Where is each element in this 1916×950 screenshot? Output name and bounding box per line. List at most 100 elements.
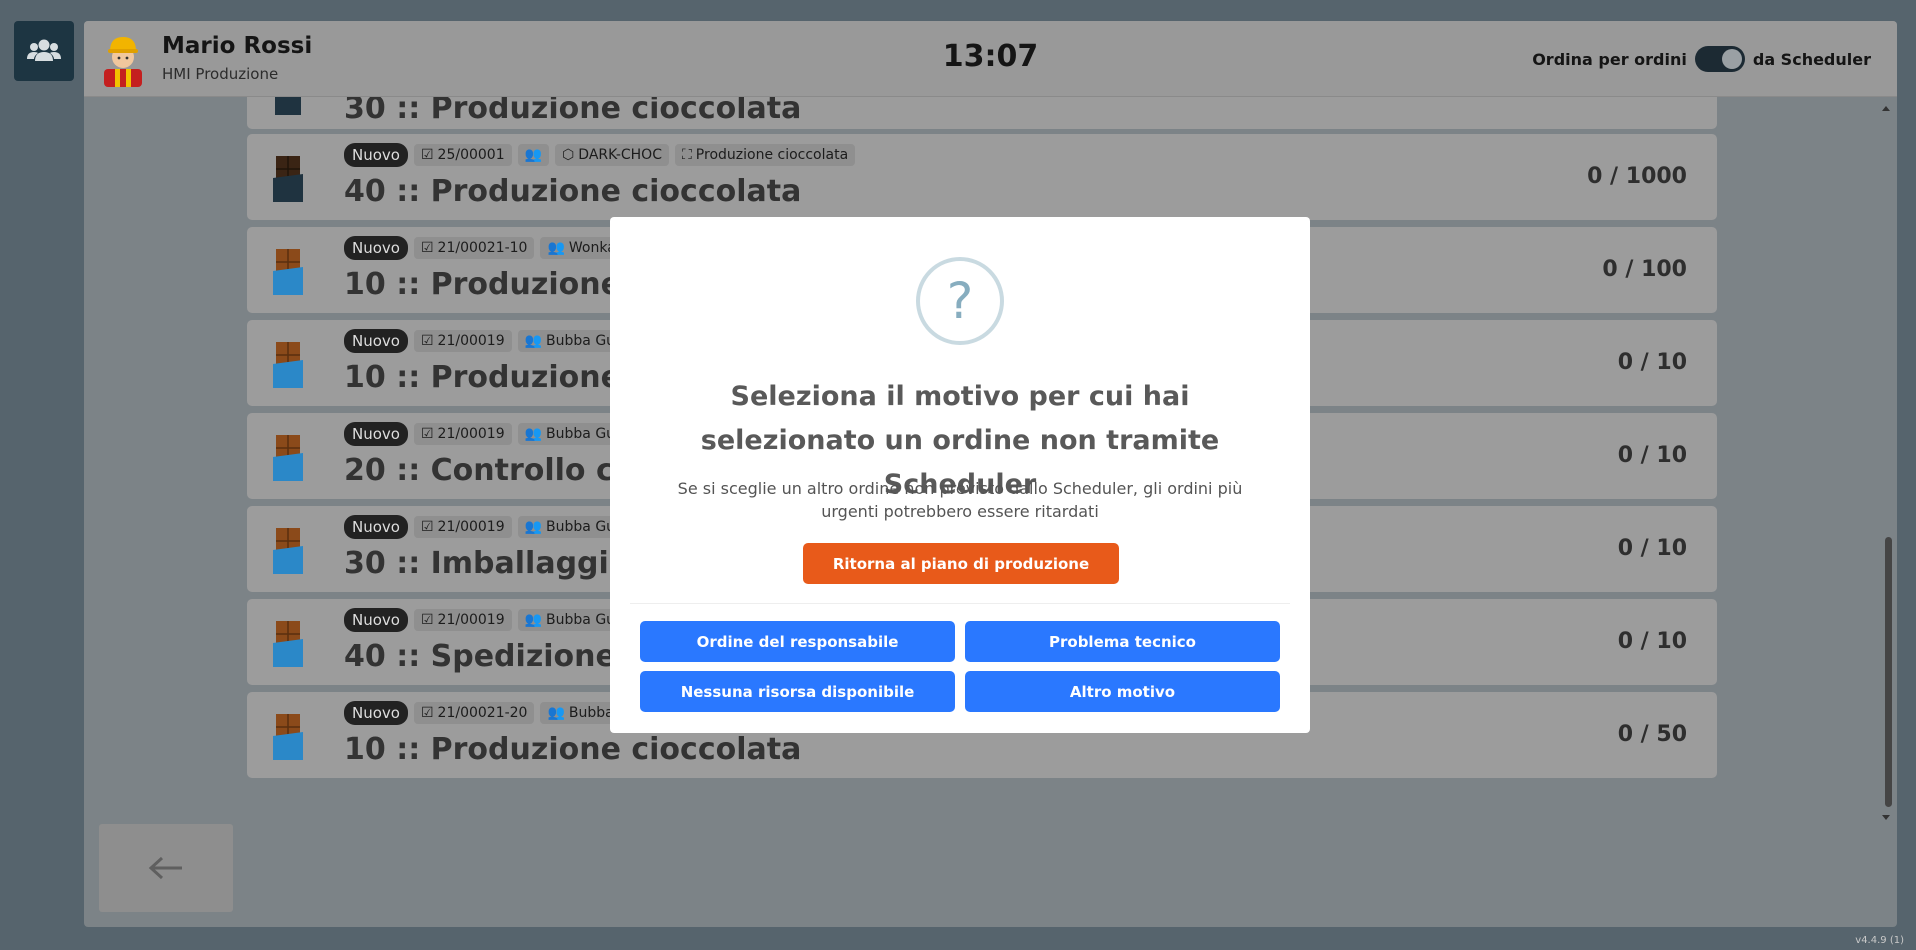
order-quantity: 0 / 50 [1617,722,1687,747]
clipboard-check-icon: ☑ [420,519,434,535]
order-number: 21/00019 [437,612,505,628]
reason-technical-problem-button[interactable]: Problema tecnico [965,621,1280,662]
frame-icon: ⛶ [681,147,692,163]
order-number-tag: ☑ 21/00019 [413,516,512,538]
dialog-text: Se si sceglie un altro ordine non previs… [677,479,1243,521]
arrow-left-icon [148,856,182,880]
order-title: 30 :: Imballaggio [344,546,630,581]
dark-chocolate-icon [273,156,303,202]
order-number: 21/00019 [437,426,505,442]
users-icon: 👥 [524,519,543,535]
order-tags: Nuovo ☑ 25/00001 👥 ⬡ DARK-CHOC ⛶ Produzione… [344,143,856,167]
scrollbar-thumb[interactable] [1885,537,1892,807]
sort-toggle-group: Ordina per ordini da Scheduler [1532,46,1871,72]
milk-chocolate-icon [273,249,303,295]
dialog-divider [630,603,1290,604]
product-code-tag: ⬡ DARK-CHOC [555,144,669,166]
order-quantity: 0 / 1000 [1587,164,1687,189]
order-tags: Nuovo ☑ 21/00019 👥 Bubba Gu [344,422,623,446]
team-tag: 👥 Bubba [540,702,621,724]
users-icon: 👥 [524,147,543,163]
order-number: 25/00001 [437,147,505,163]
version-label: v4.4.9 (1) [1855,935,1904,946]
state-badge: Nuovo [344,236,408,260]
sort-toggle[interactable] [1694,46,1745,72]
return-to-plan-button[interactable]: Ritorna al piano di produzione [803,543,1119,584]
back-button[interactable] [99,824,233,912]
team-name: Wonka [568,240,616,256]
order-title: 40 :: Spedizione [344,639,616,674]
clipboard-check-icon: ☑ [420,426,434,442]
operation-name: Produzione cioccolata [695,147,849,163]
clipboard-check-icon: ☑ [420,333,434,349]
reason-no-resource-button[interactable]: Nessuna risorsa disponibile [640,671,955,712]
left-strip [0,0,84,950]
users-icon: 👥 [524,426,543,442]
order-tags: Nuovo ☑ 21/00019 👥 Bubba Gu [344,329,623,353]
product-code: DARK-CHOC [578,147,662,163]
clipboard-check-icon: ☑ [420,147,434,163]
team-name: Bubba Gu [546,333,616,349]
order-number: 21/00019 [437,333,505,349]
sort-label-scheduler: da Scheduler [1752,49,1871,69]
reason-manager-order-button[interactable]: Ordine del responsabile [640,621,955,662]
question-icon: ? [916,257,1004,345]
order-tags: Nuovo ☑ 21/00021-20 👥 Bubba [344,701,621,725]
clipboard-check-icon: ☑ [420,612,434,628]
order-title: 30 :: Produzione cioccolata [344,97,802,126]
order-title: 20 :: Controllo cio [344,453,645,488]
state-badge: Nuovo [344,608,408,632]
dark-chocolate-icon [275,97,301,115]
scroll-down-icon[interactable] [1882,813,1890,821]
order-number-tag: ☑ 21/00019 [413,330,512,352]
order-number-tag: ☑ 21/00021-10 [413,237,535,259]
box-icon: ⬡ [562,147,575,163]
team-name: Bubba Gu [546,612,616,628]
order-quantity: 0 / 100 [1602,257,1687,282]
milk-chocolate-icon [273,714,303,760]
users-icon: 👥 [547,240,565,256]
order-number: 21/00021-20 [437,705,528,721]
order-number-tag: ☑ 25/00001 [413,144,512,166]
order-row[interactable]: 30 :: Produzione cioccolata [247,97,1717,129]
order-tags: Nuovo ☑ 21/00021-10 👥 Wonka [344,236,623,260]
users-button[interactable] [14,21,74,81]
state-badge: Nuovo [344,143,408,167]
order-quantity: 0 / 10 [1617,629,1687,654]
operation-tag: ⛶ Produzione cioccolata [674,144,856,166]
state-badge: Nuovo [344,329,408,353]
users-icon: 👥 [524,612,543,628]
scroll-up-icon[interactable] [1882,105,1890,113]
team-tag: 👥 Bubba Gu [517,609,623,631]
reason-other-button[interactable]: Altro motivo [965,671,1280,712]
sort-label-orders: Ordina per ordini [1532,49,1687,69]
state-badge: Nuovo [344,515,408,539]
users-icon [27,39,61,61]
team-tag: 👥 [517,144,550,166]
users-icon: 👥 [524,333,543,349]
order-title: 10 :: Produzione cioccolata [344,732,802,767]
milk-chocolate-icon [273,528,303,574]
order-number: 21/00019 [437,519,505,535]
order-title: 40 :: Produzione cioccolata [344,174,802,209]
order-number-tag: ☑ 21/00021-20 [413,702,535,724]
team-tag: 👥 Bubba Gu [517,516,623,538]
order-row[interactable]: Nuovo ☑ 25/00001 👥 ⬡ DARK-CHOC ⛶ Produzione… [247,134,1717,220]
order-quantity: 0 / 10 [1617,443,1687,468]
team-tag: 👥 Bubba Gu [517,330,623,352]
toggle-knob [1721,49,1742,69]
order-number: 21/00021-10 [437,240,528,256]
order-quantity: 0 / 10 [1617,350,1687,375]
reason-dialog: ? Seleziona il motivo per cui hai selezi… [610,217,1310,733]
state-badge: Nuovo [344,422,408,446]
order-number-tag: ☑ 21/00019 [413,609,512,631]
milk-chocolate-icon [273,621,303,667]
clipboard-check-icon: ☑ [420,240,434,256]
team-name: Bubba Gu [546,426,616,442]
team-name: Bubba Gu [546,519,616,535]
clipboard-check-icon: ☑ [420,705,434,721]
team-name: Bubba [568,705,614,721]
order-number-tag: ☑ 21/00019 [413,423,512,445]
header: Mario Rossi HMI Produzione 13:07 Ordina … [84,21,1897,97]
state-badge: Nuovo [344,701,408,725]
